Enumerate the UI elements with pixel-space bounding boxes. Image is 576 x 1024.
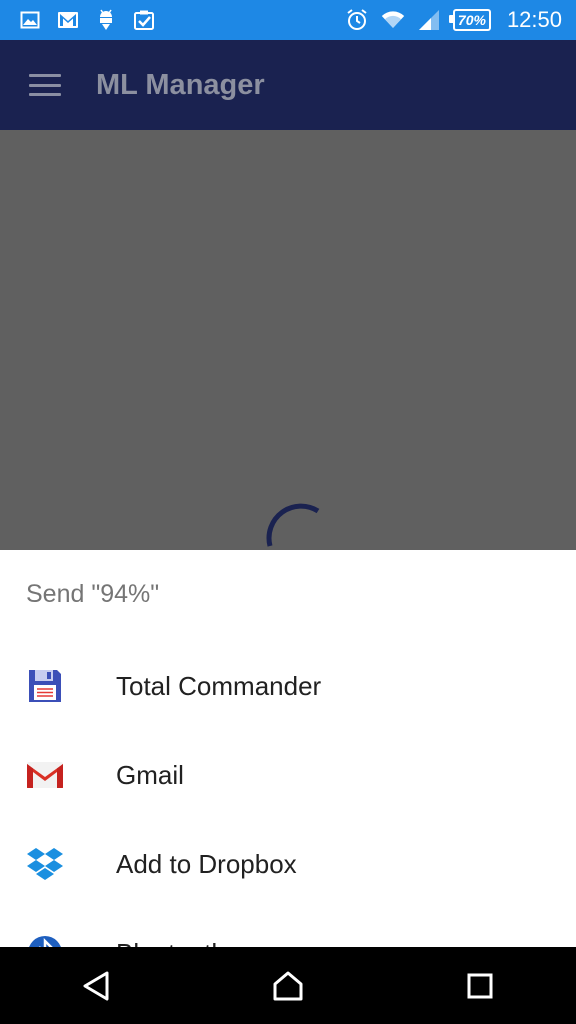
back-icon[interactable] (66, 956, 126, 1016)
clipboard-check-icon (132, 8, 156, 32)
hamburger-icon[interactable] (29, 74, 61, 96)
bluetooth-icon (26, 934, 64, 947)
share-target-total-commander[interactable]: Total Commander (0, 642, 576, 730)
floppy-disk-icon (26, 667, 64, 705)
share-target-dropbox[interactable]: Add to Dropbox (0, 820, 576, 908)
gmail-icon (56, 8, 80, 32)
screen: 70% 12:50 ML Manager Send "94%" Total Co… (0, 0, 576, 1024)
share-sheet-title: Send "94%" (26, 580, 160, 608)
android-download-icon (94, 8, 118, 32)
progress-spinner-icon (250, 477, 322, 549)
share-sheet: Send "94%" Total Commander Gmail Add to … (0, 550, 576, 947)
gmail-icon (26, 756, 64, 794)
share-target-label: Gmail (116, 759, 184, 790)
wifi-icon (381, 8, 405, 32)
signal-icon (417, 8, 441, 32)
navigation-bar (0, 947, 576, 1024)
notification-icons (0, 8, 156, 32)
share-target-label: Bluetooth (116, 938, 226, 948)
dropbox-icon (26, 845, 64, 883)
share-target-label: Total Commander (116, 670, 322, 701)
status-time: 12:50 (506, 7, 562, 32)
gallery-icon (18, 8, 42, 32)
share-target-bluetooth[interactable]: Bluetooth (0, 909, 576, 947)
alarm-icon (345, 8, 369, 32)
app-bar: ML Manager (0, 40, 576, 130)
system-icons: 70% 12:50 (345, 7, 576, 33)
app-title: ML Manager (96, 68, 265, 101)
status-bar: 70% 12:50 (0, 0, 576, 40)
share-target-label: Add to Dropbox (116, 848, 297, 879)
battery-indicator: 70% (448, 9, 491, 31)
home-icon[interactable] (258, 956, 318, 1016)
share-target-gmail[interactable]: Gmail (0, 731, 576, 819)
recents-icon[interactable] (450, 956, 510, 1016)
